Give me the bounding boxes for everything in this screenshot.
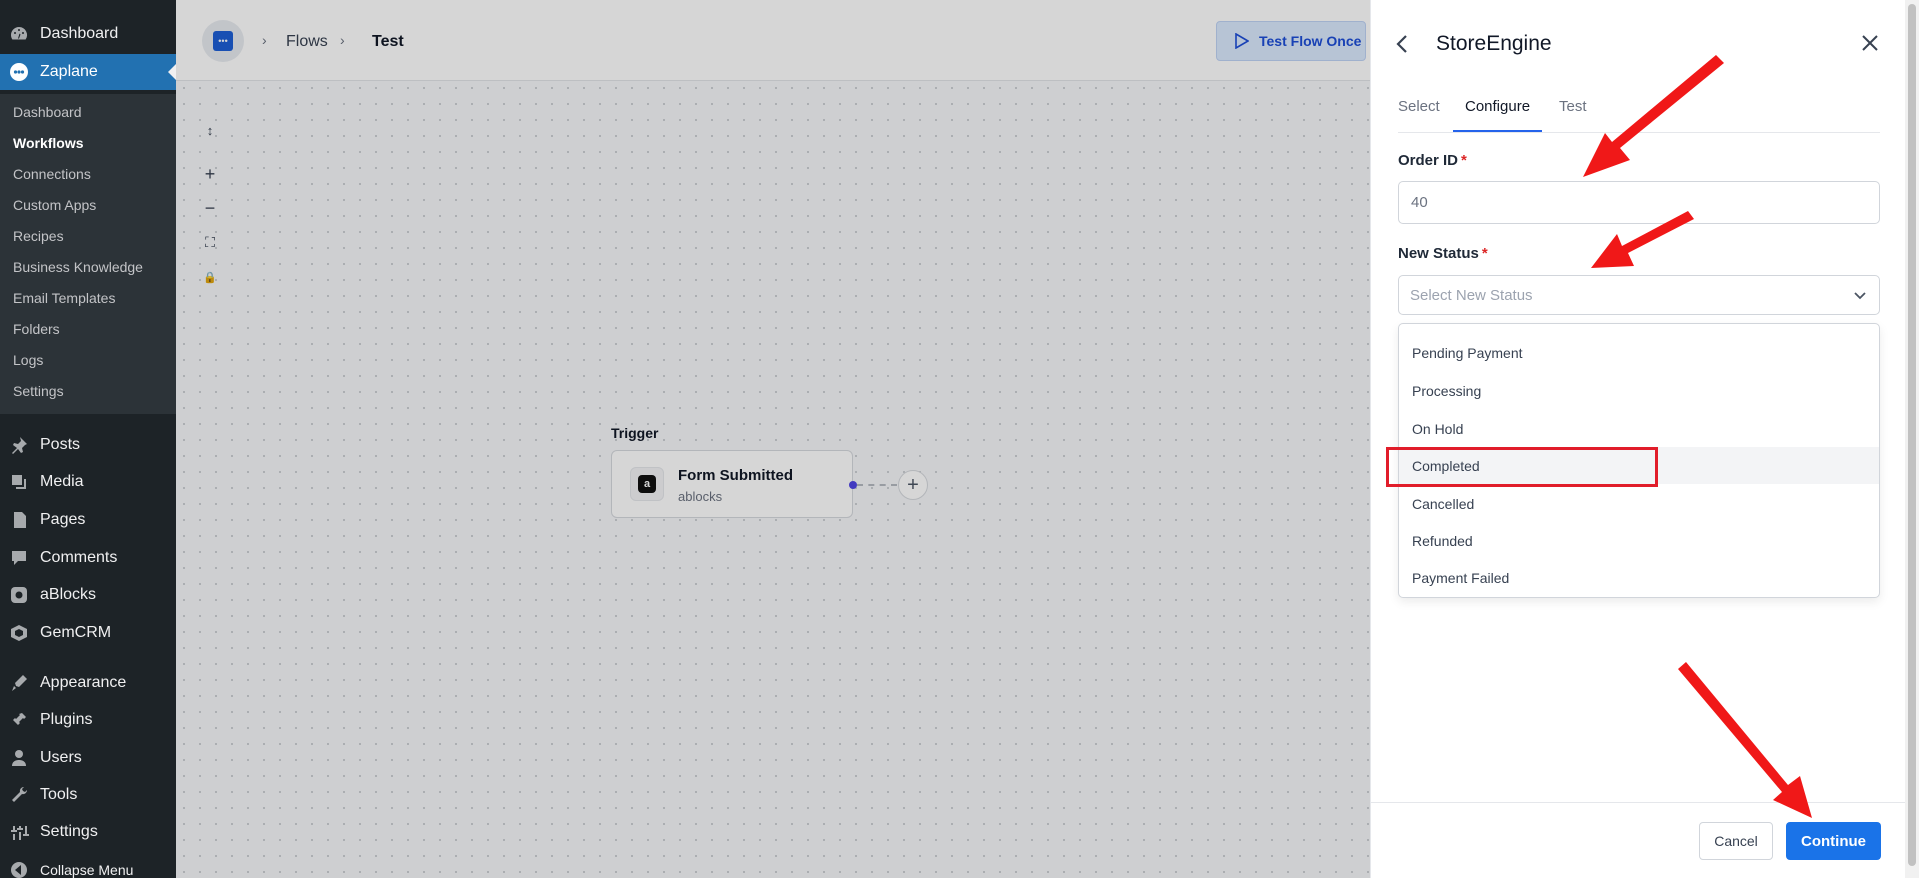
node-connector-handle[interactable] — [849, 481, 857, 489]
breadcrumb-flows[interactable]: Flows — [286, 33, 328, 51]
option-refunded[interactable]: Refunded — [1399, 522, 1879, 559]
cancel-button[interactable]: Cancel — [1699, 822, 1773, 860]
media-icon — [8, 471, 30, 493]
zaplane-icon — [8, 61, 30, 83]
zoom-out-icon[interactable]: − — [198, 196, 222, 220]
sidebar-item-comments[interactable]: Comments — [0, 540, 176, 576]
page-scrollbar[interactable] — [1905, 0, 1919, 878]
option-completed[interactable]: Completed — [1386, 447, 1879, 487]
order-id-input[interactable]: 40 — [1398, 181, 1880, 224]
sidebar-item-zaplane[interactable]: Zaplane — [0, 54, 176, 90]
trigger-node[interactable]: a Form Submitted ablocks — [611, 450, 853, 518]
comments-icon — [8, 547, 30, 569]
submenu-custom-apps[interactable]: Custom Apps — [13, 197, 96, 213]
tab-configure[interactable]: Configure — [1453, 98, 1543, 132]
collapse-menu[interactable]: Collapse Menu — [0, 852, 176, 878]
play-icon — [1235, 33, 1249, 49]
test-flow-once-button[interactable]: Test Flow Once — [1216, 21, 1366, 61]
sidebar-item-posts[interactable]: Posts — [0, 427, 176, 463]
node-subtitle: ablocks — [678, 489, 723, 504]
active-indicator — [168, 64, 176, 80]
users-icon — [8, 747, 30, 769]
required-marker: * — [1461, 152, 1467, 169]
connector-line — [857, 484, 897, 486]
sidebar-item-dashboard[interactable]: Dashboard — [0, 16, 176, 52]
option-pending-payment[interactable]: Pending Payment — [1399, 334, 1879, 371]
sidebar-item-label: Dashboard — [40, 25, 119, 42]
option-payment-failed[interactable]: Payment Failed — [1399, 559, 1879, 596]
settings-icon — [8, 821, 30, 843]
annotation-highlight-box — [1386, 447, 1658, 487]
ablocks-node-icon: a — [630, 467, 664, 501]
zaplane-logo[interactable]: ••• — [202, 20, 244, 62]
submenu-business-knowledge[interactable]: Business Knowledge — [13, 259, 143, 275]
footer-divider — [1371, 802, 1919, 803]
sidebar-item-media[interactable]: Media — [0, 464, 176, 500]
zaplane-submenu: Dashboard Workflows Connections Custom A… — [0, 94, 176, 414]
modal-backdrop — [176, 0, 1546, 878]
new-status-label: New Status * — [1398, 245, 1488, 262]
submenu-logs[interactable]: Logs — [13, 352, 43, 368]
close-icon[interactable] — [1859, 32, 1881, 54]
chevron-down-icon — [1854, 292, 1866, 300]
breadcrumb-current: Test — [372, 33, 404, 50]
order-id-label: Order ID * — [1398, 152, 1467, 169]
sidebar-item-users[interactable]: Users — [0, 740, 176, 776]
tab-test[interactable]: Test — [1559, 98, 1587, 132]
swap-direction-icon[interactable]: ↕ — [198, 118, 222, 142]
required-marker: * — [1481, 245, 1488, 262]
chevron-right-icon: › — [340, 32, 345, 48]
collapse-icon — [8, 859, 30, 878]
chevron-right-icon: › — [262, 32, 267, 48]
ablocks-icon — [8, 584, 30, 606]
appearance-icon — [8, 672, 30, 694]
pages-icon — [8, 509, 30, 531]
logo-icon: ••• — [213, 31, 233, 51]
submenu-connections[interactable]: Connections — [13, 166, 91, 182]
sidebar-item-appearance[interactable]: Appearance — [0, 665, 176, 701]
submenu-settings[interactable]: Settings — [13, 383, 64, 399]
continue-button[interactable]: Continue — [1786, 822, 1881, 860]
option-processing[interactable]: Processing — [1399, 372, 1879, 409]
gemcrm-icon — [8, 622, 30, 644]
submenu-folders[interactable]: Folders — [13, 321, 60, 337]
tools-icon — [8, 784, 30, 806]
add-step-button[interactable]: + — [898, 470, 928, 500]
sidebar-item-label: Zaplane — [40, 63, 98, 80]
node-title: Form Submitted — [678, 467, 793, 484]
new-status-select[interactable]: Select New Status — [1398, 275, 1880, 315]
trigger-label: Trigger — [611, 425, 659, 441]
sidebar-item-plugins[interactable]: Plugins — [0, 702, 176, 738]
status-dropdown-menu: Pending Payment Processing On Hold Compl… — [1386, 323, 1880, 598]
lock-icon[interactable]: 🔒 — [198, 265, 222, 289]
tab-divider — [1398, 132, 1880, 133]
step-config-panel: StoreEngine Select Configure Test Order … — [1370, 0, 1919, 878]
submenu-workflows[interactable]: Workflows — [13, 135, 84, 151]
chevron-left-icon[interactable] — [1393, 32, 1413, 56]
tab-select[interactable]: Select — [1398, 98, 1440, 132]
panel-title: StoreEngine — [1436, 32, 1552, 55]
sidebar-item-ablocks[interactable]: aBlocks — [0, 577, 176, 613]
submenu-dashboard[interactable]: Dashboard — [13, 104, 82, 120]
sidebar-item-gemcrm[interactable]: GemCRM — [0, 615, 176, 651]
submenu-email-templates[interactable]: Email Templates — [13, 290, 115, 306]
scrollbar-thumb[interactable] — [1908, 4, 1916, 866]
submenu-recipes[interactable]: Recipes — [13, 228, 64, 244]
dashboard-icon — [8, 23, 30, 45]
zoom-in-icon[interactable]: + — [198, 162, 222, 186]
fit-view-icon[interactable]: ⛶ — [198, 230, 222, 254]
plugins-icon — [8, 709, 30, 731]
sidebar-item-tools[interactable]: Tools — [0, 777, 176, 813]
option-cancelled[interactable]: Cancelled — [1399, 485, 1879, 522]
admin-sidebar: Dashboard Zaplane Dashboard Workflows Co… — [0, 0, 176, 878]
option-on-hold[interactable]: On Hold — [1399, 410, 1879, 447]
pin-icon — [8, 434, 30, 456]
sidebar-item-settings[interactable]: Settings — [0, 814, 176, 850]
sidebar-item-pages[interactable]: Pages — [0, 502, 176, 538]
